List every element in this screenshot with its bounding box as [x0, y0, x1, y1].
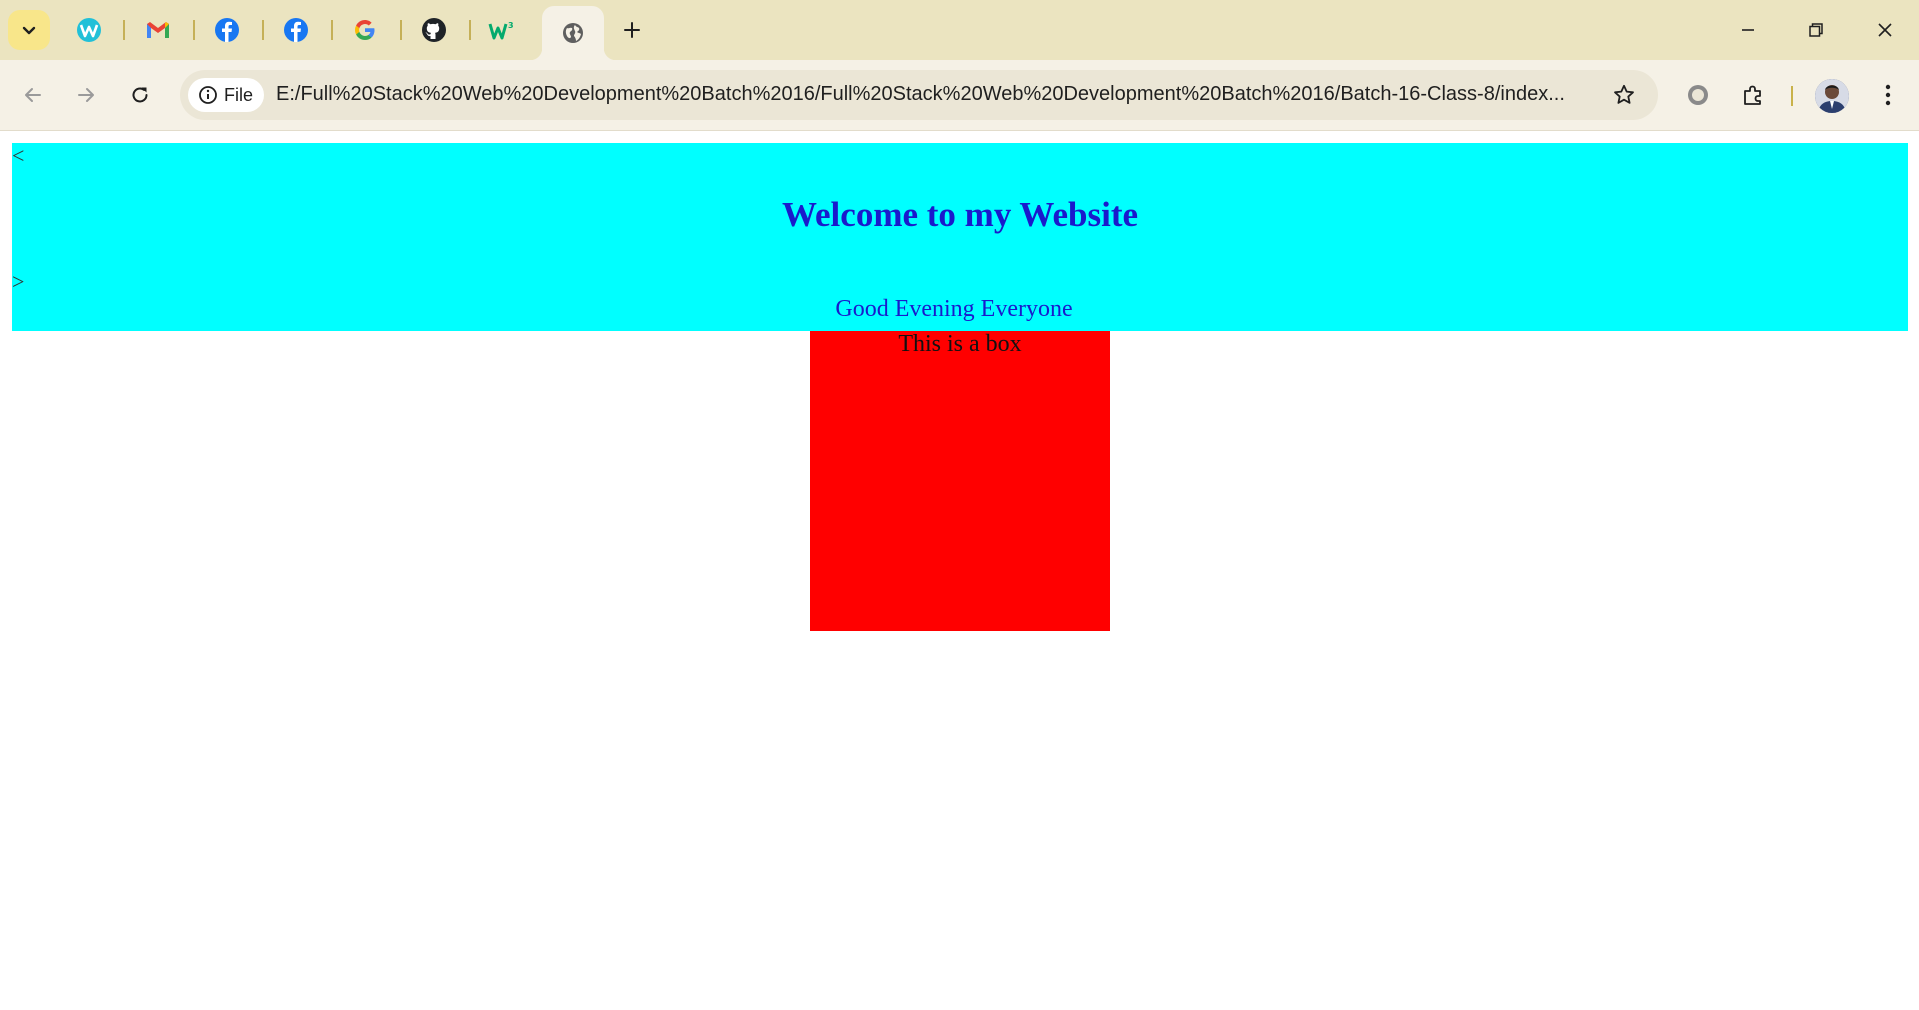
box-text: This is a box — [898, 331, 1022, 357]
minimize-button[interactable] — [1725, 8, 1771, 52]
chevron-down-icon — [22, 26, 36, 35]
back-button[interactable] — [15, 77, 51, 113]
info-icon — [199, 86, 217, 104]
site-info-chip[interactable]: File — [188, 78, 264, 112]
new-tab-button[interactable] — [614, 12, 650, 48]
globe-icon — [563, 23, 583, 43]
tab-search-button[interactable] — [8, 10, 50, 50]
facebook-icon — [284, 18, 308, 42]
arrow-left-icon — [25, 88, 41, 102]
tab-active-local-file[interactable] — [530, 6, 616, 60]
tab-separator — [400, 20, 402, 40]
tab-w3schools[interactable]: 3 — [479, 10, 527, 50]
stray-angle-open: < — [12, 143, 25, 168]
minimize-icon — [1742, 29, 1754, 31]
forward-button[interactable] — [68, 77, 104, 113]
tab-separator — [469, 20, 471, 40]
extensions-button[interactable] — [1735, 77, 1771, 113]
record-icon — [1688, 85, 1708, 105]
reload-button[interactable] — [122, 77, 158, 113]
tab-separator — [331, 20, 333, 40]
extension-record-button[interactable] — [1680, 77, 1716, 113]
wordpress-icon — [77, 18, 101, 42]
address-bar[interactable]: File E:/Full%20Stack%20Web%20Development… — [180, 70, 1658, 120]
tab-separator — [262, 20, 264, 40]
page-viewport: < Welcome to my Website > Good Evening E… — [0, 131, 1919, 1010]
w3schools-icon: 3 — [488, 21, 514, 40]
close-window-button[interactable] — [1862, 8, 1908, 52]
star-icon — [1614, 84, 1634, 104]
gmail-icon — [147, 22, 169, 38]
tab-separator — [193, 20, 195, 40]
browser-toolbar: File E:/Full%20Stack%20Web%20Development… — [0, 60, 1919, 131]
bookmark-button[interactable] — [1608, 79, 1640, 111]
profile-avatar[interactable] — [1815, 79, 1849, 113]
restore-button[interactable] — [1793, 8, 1839, 52]
restore-icon — [1809, 23, 1823, 37]
kebab-menu-icon — [1885, 84, 1891, 106]
red-box: This is a box — [810, 331, 1110, 631]
tab-gmail[interactable] — [134, 10, 182, 50]
puzzle-icon — [1744, 85, 1761, 105]
tab-wordpress[interactable] — [65, 10, 113, 50]
github-icon — [422, 18, 446, 42]
tab-github[interactable] — [410, 10, 458, 50]
toolbar-divider — [1791, 86, 1793, 106]
tab-facebook-2[interactable] — [272, 10, 320, 50]
google-icon — [355, 20, 375, 40]
plus-icon — [624, 22, 640, 38]
hero-banner: < Welcome to my Website > Good Evening E… — [12, 143, 1908, 331]
stray-angle-close: > — [12, 269, 25, 294]
avatar-icon — [1815, 79, 1849, 113]
page-subheading: Good Evening Everyone — [835, 296, 1073, 322]
facebook-icon — [215, 18, 239, 42]
tab-strip: 3 — [0, 0, 1919, 60]
url-text[interactable]: E:/Full%20Stack%20Web%20Development%20Ba… — [276, 83, 1576, 106]
reload-icon — [132, 87, 148, 103]
browser-menu-button[interactable] — [1870, 77, 1906, 113]
arrow-right-icon — [78, 88, 94, 102]
site-chip-label: File — [224, 84, 254, 105]
close-icon — [1878, 23, 1892, 37]
svg-text:3: 3 — [508, 21, 514, 30]
tab-facebook[interactable] — [203, 10, 251, 50]
page-heading: Welcome to my Website — [781, 195, 1139, 234]
tab-separator — [123, 20, 125, 40]
tab-google[interactable] — [341, 10, 389, 50]
